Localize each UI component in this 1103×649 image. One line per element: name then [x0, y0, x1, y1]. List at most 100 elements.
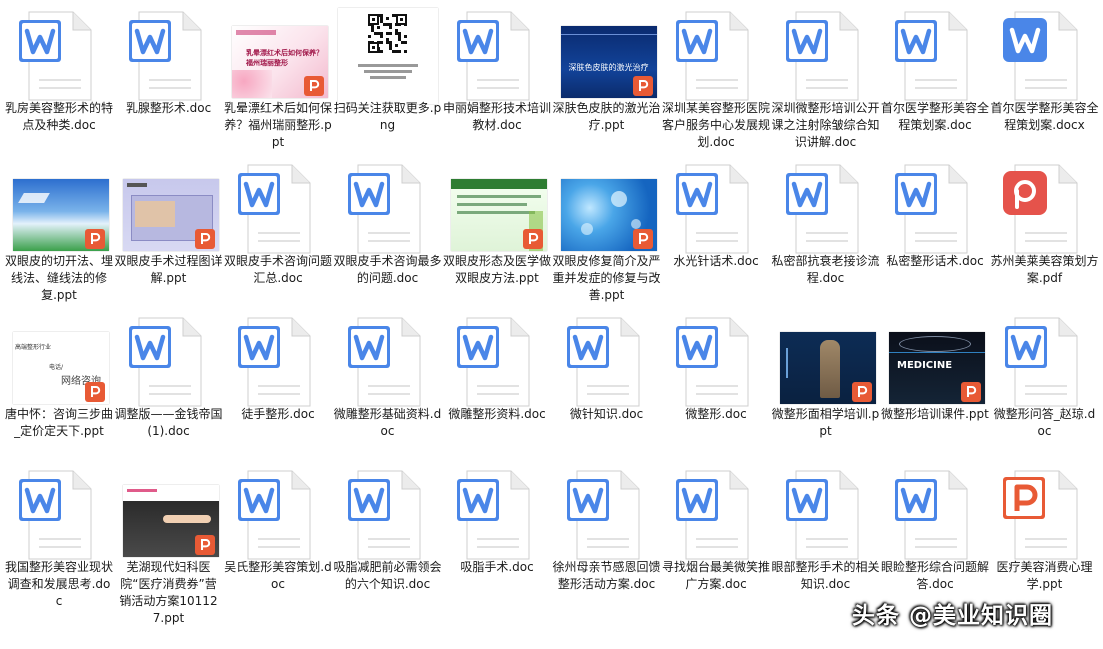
file-item[interactable]: 徐州母亲节感恩回馈整形活动方案.doc [553, 459, 661, 609]
word-file-icon [447, 312, 547, 412]
file-grid: 乳房美容整形术的特点及种类.doc 乳腺整形术.doc 乳晕漂红术后如何保养？福州瑞… [0, 0, 1103, 649]
file-item[interactable]: 微整形.doc [662, 306, 770, 456]
file-item[interactable]: 吸脂手术.doc [443, 459, 551, 609]
file-item[interactable]: 深圳某美容整形医院客户服务中心发展规划.doc [662, 0, 770, 150]
file-item[interactable]: 我国整形美容业现状调查和发展思考.doc [5, 459, 113, 609]
powerpoint-thumbnail [9, 159, 109, 259]
file-name: 吴氏整形美容策划.doc [224, 560, 332, 591]
file-item[interactable]: 水光针话术.doc [662, 153, 770, 303]
word-file-icon [666, 159, 766, 259]
word-file-icon [447, 6, 547, 106]
file-name: 我国整形美容业现状调查和发展思考.doc [5, 560, 114, 608]
word-file-icon [995, 312, 1095, 412]
pdf-file-icon [995, 159, 1095, 259]
word-file-icon [666, 465, 766, 565]
file-item[interactable]: 私密整形话术.doc [881, 153, 989, 303]
file-item[interactable]: 微针知识.doc [553, 306, 661, 456]
file-item[interactable]: 双眼皮的切开法、埋线法、缝线法的修复.ppt [5, 153, 113, 303]
file-name: 吸脂减肥前必需领会的六个知识.doc [333, 560, 442, 591]
file-item[interactable]: 微整形面相学培训.ppt [772, 306, 880, 456]
powerpoint-thumbnail [447, 159, 547, 259]
file-item[interactable]: 首尔医学整形美容全程策划案.docx [991, 0, 1099, 150]
file-name: 吸脂手术.doc [460, 560, 534, 574]
file-name: 双眼皮手术咨询最多的问题.doc [333, 254, 442, 285]
word-file-icon [119, 6, 219, 106]
file-item[interactable]: 吸脂减肥前必需领会的六个知识.doc [334, 459, 442, 609]
file-name: 深圳微整形培训公开课之注射除皱综合知识讲解.doc [771, 101, 880, 149]
file-item[interactable]: 首尔医学整形美容全程策划案.doc [881, 0, 989, 150]
word-file-icon [9, 465, 109, 565]
file-item[interactable]: 寻找烟台最美微笑推广方案.doc [662, 459, 770, 609]
file-name: 芜湖现代妇科医院“医疗消费券”营销活动方案101127.ppt [119, 560, 218, 625]
file-item[interactable]: 双眼皮手术咨询问题汇总.doc [224, 153, 332, 303]
file-item[interactable]: 双眼皮形态及医学做双眼皮方法.ppt [443, 153, 551, 303]
powerpoint-file-icon [995, 465, 1095, 565]
powerpoint-badge-icon [632, 229, 653, 249]
file-name: 双眼皮手术过程图详解.ppt [114, 254, 223, 285]
file-item[interactable]: 吴氏整形美容策划.doc [224, 459, 332, 609]
file-item[interactable]: 双眼皮手术咨询最多的问题.doc [334, 153, 442, 303]
file-item[interactable]: 双眼皮手术过程图详解.ppt [115, 153, 223, 303]
file-name: 微整形问答_赵琼.doc [993, 407, 1096, 438]
file-item[interactable]: 扫码关注获取更多.png [334, 0, 442, 150]
word-file-icon [557, 312, 657, 412]
file-name: 双眼皮修复简介及严重并发症的修复与改善.ppt [552, 254, 661, 302]
file-item[interactable]: 申丽娟整形技术培训教材.doc [443, 0, 551, 150]
powerpoint-thumbnail [119, 465, 219, 565]
word-file-icon [228, 159, 328, 259]
file-name: 医疗美容消费心理学.ppt [996, 560, 1093, 591]
file-name: 微整形面相学培训.ppt [771, 407, 880, 438]
file-item[interactable]: 乳晕漂红术后如何保养？福州瑞丽整形 乳晕漂红术后如何保养？福州瑞丽整形.ppt [224, 0, 332, 150]
qr-image-preview [337, 8, 438, 104]
slide-title: 乳晕漂红术后如何保养？福州瑞丽整形 [246, 49, 323, 67]
file-name: 私密整形话术.doc [886, 254, 984, 268]
file-name: 眼睑整形综合问题解答.doc [881, 560, 990, 591]
word-file-icon [776, 465, 876, 565]
powerpoint-thumbnail [557, 159, 657, 259]
file-item[interactable]: 高端整形行业 电话/网络咨询 唐中怀：咨询三步曲_定价定天下.ppt [5, 306, 113, 456]
powerpoint-badge-icon [85, 382, 105, 402]
file-name: 微雕整形基础资料.doc [333, 407, 442, 438]
file-item[interactable]: 医疗美容消费心理学.ppt [991, 459, 1099, 609]
file-item[interactable]: 芜湖现代妇科医院“医疗消费券”营销活动方案101127.ppt [115, 459, 223, 625]
file-name: 徐州母亲节感恩回馈整形活动方案.doc [552, 560, 661, 591]
word-file-icon [776, 159, 876, 259]
word-file-icon [776, 6, 876, 106]
file-name: 扫码关注获取更多.png [333, 101, 442, 132]
file-item[interactable]: 深圳微整形培训公开课之注射除皱综合知识讲解.doc [772, 0, 880, 150]
word-file-icon [885, 6, 985, 106]
word-file-icon [338, 159, 438, 259]
file-item[interactable]: 苏州美莱美容策划方案.pdf [991, 153, 1099, 303]
file-item[interactable]: 徒手整形.doc [224, 306, 332, 456]
file-item[interactable]: 乳房美容整形术的特点及种类.doc [5, 0, 113, 150]
file-item[interactable]: 乳腺整形术.doc [115, 0, 223, 150]
word-file-icon [885, 159, 985, 259]
file-name: 徒手整形.doc [241, 407, 315, 421]
word-file-icon [666, 6, 766, 106]
file-item[interactable]: 微整形问答_赵琼.doc [991, 306, 1099, 456]
file-item[interactable]: 眼部整形手术的相关知识.doc [772, 459, 880, 609]
file-name: 微整形.doc [685, 407, 747, 421]
file-item[interactable]: 眼睑整形综合问题解答.doc [881, 459, 989, 609]
word-file-icon [447, 465, 547, 565]
word-file-icon [228, 465, 328, 565]
slide-text-line: 电话/ [49, 364, 64, 371]
file-item[interactable]: 私密部抗衰老接诊流程.doc [772, 153, 880, 303]
powerpoint-thumbnail [776, 312, 876, 412]
file-name: 首尔医学整形美容全程策划案.doc [881, 101, 990, 132]
slide-title: 深肤色皮肤的激光治疗 [568, 63, 649, 72]
file-item[interactable]: 调整版——金钱帝国(1).doc [115, 306, 223, 456]
file-item[interactable]: 微雕整形基础资料.doc [334, 306, 442, 456]
file-name: 深肤色皮肤的激光治疗.ppt [552, 101, 661, 132]
file-name: 双眼皮的切开法、埋线法、缝线法的修复.ppt [5, 254, 114, 302]
powerpoint-badge-icon [304, 76, 324, 96]
powerpoint-badge-icon [194, 229, 215, 249]
file-item[interactable]: 双眼皮修复简介及严重并发症的修复与改善.ppt [553, 153, 661, 303]
file-name: 调整版——金钱帝国(1).doc [114, 407, 223, 438]
powerpoint-thumbnail: 高端整形行业 电话/网络咨询 [9, 312, 109, 412]
file-item[interactable]: MEDICINE 微整形培训课件.ppt [881, 306, 989, 456]
powerpoint-thumbnail: 乳晕漂红术后如何保养？福州瑞丽整形 [228, 6, 328, 106]
file-item[interactable]: 深肤色皮肤的激光治疗深肤色皮肤的激光治疗.ppt [553, 0, 661, 150]
file-item[interactable]: 微雕整形资料.doc [443, 306, 551, 456]
watermark: 头条 @美业知识圈 [852, 603, 1054, 629]
